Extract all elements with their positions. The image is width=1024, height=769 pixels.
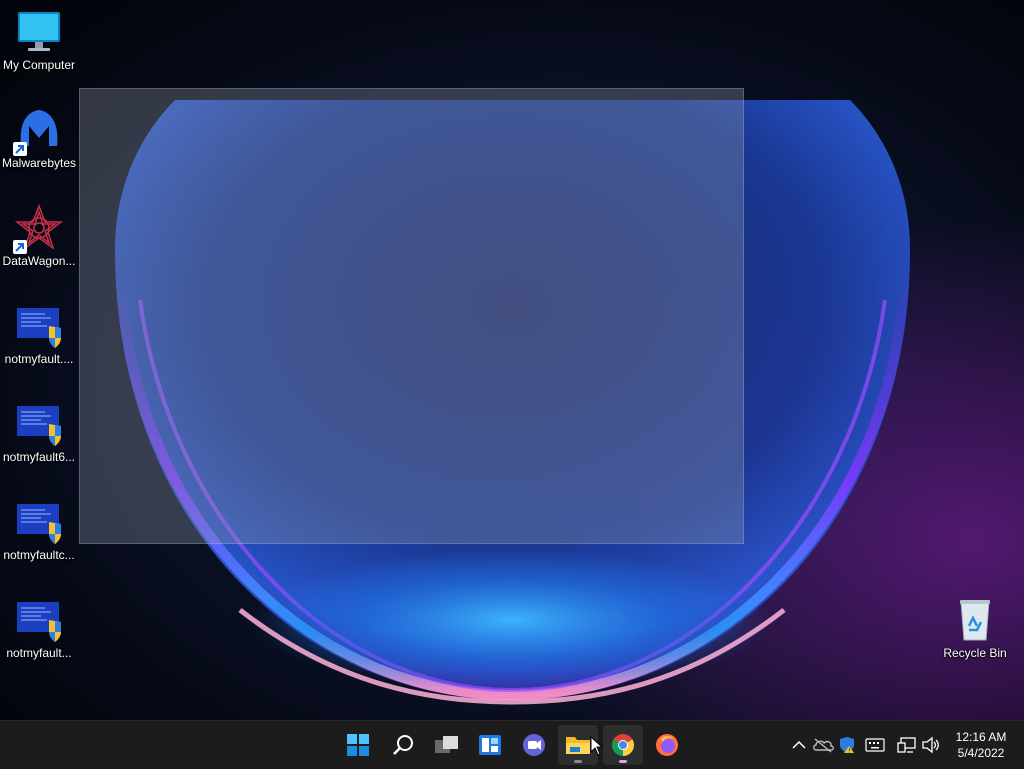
search-icon xyxy=(393,735,413,755)
desktop-icon-label: Malwarebytes xyxy=(1,156,77,170)
selection-window[interactable] xyxy=(79,88,744,544)
chrome-icon xyxy=(612,734,634,756)
desktop[interactable]: My Computer Malwarebytes DataWagon... no… xyxy=(0,0,1024,720)
onedrive-icon[interactable] xyxy=(811,733,835,757)
firefox-button[interactable] xyxy=(647,725,687,765)
volume-icon[interactable] xyxy=(919,733,943,757)
datawagon-icon xyxy=(13,203,64,254)
notmyfault-icon xyxy=(15,302,63,350)
search-button[interactable] xyxy=(383,725,423,765)
clock-time: 12:16 AM xyxy=(955,730,1007,744)
firefox-icon xyxy=(656,734,678,756)
desktop-icon-label: notmyfaultc... xyxy=(3,548,75,562)
widgets-button[interactable] xyxy=(470,725,510,765)
chrome-button[interactable] xyxy=(603,725,643,765)
desktop-icon-notmyfault-4[interactable]: notmyfault... xyxy=(0,596,78,661)
desktop-icon-label: DataWagon... xyxy=(2,254,76,268)
defender-icon[interactable]: ! xyxy=(835,733,859,757)
mouse-cursor-icon xyxy=(590,736,604,756)
teams-chat-icon xyxy=(523,734,545,756)
task-view-icon xyxy=(435,736,458,753)
chat-button[interactable] xyxy=(514,725,554,765)
desktop-icon-notmyfault-2[interactable]: notmyfault6... xyxy=(0,400,78,465)
desktop-icon-notmyfault-3[interactable]: notmyfaultc... xyxy=(0,498,78,563)
desktop-icon-recycle-bin[interactable]: Recycle Bin xyxy=(936,596,1014,661)
desktop-icon-label: My Computer xyxy=(2,58,76,72)
network-icon[interactable] xyxy=(895,733,919,757)
desktop-icon-notmyfault-1[interactable]: notmyfault.... xyxy=(0,302,78,367)
windows-start-icon xyxy=(347,734,369,756)
recycle-bin-icon xyxy=(951,596,999,644)
task-view-button[interactable] xyxy=(427,725,467,765)
notmyfault-icon xyxy=(15,596,63,644)
focused-indicator xyxy=(619,760,627,763)
notmyfault-icon xyxy=(15,400,63,448)
start-button[interactable] xyxy=(338,725,378,765)
monitor-icon xyxy=(15,8,63,56)
desktop-icon-my-computer[interactable]: My Computer xyxy=(0,8,78,73)
desktop-icon-datawagon[interactable]: DataWagon... xyxy=(0,203,78,269)
desktop-icon-label: notmyfault6... xyxy=(2,450,76,464)
keyboard-icon[interactable] xyxy=(863,733,887,757)
taskbar: ! 12:16 AM 5/4/2022 xyxy=(0,720,1024,769)
folder-icon xyxy=(566,737,590,754)
notmyfault-icon xyxy=(15,498,63,546)
shortcut-arrow-icon xyxy=(13,142,27,156)
clock-date: 5/4/2022 xyxy=(957,746,1005,760)
widgets-icon xyxy=(479,735,501,755)
desktop-icon-label: notmyfault... xyxy=(6,646,72,660)
running-indicator xyxy=(574,760,582,763)
malwarebytes-icon xyxy=(13,106,63,156)
chevron-up-icon[interactable] xyxy=(787,733,811,757)
desktop-icon-label: Recycle Bin xyxy=(943,646,1007,660)
system-clock[interactable]: 12:16 AM 5/4/2022 xyxy=(946,729,1016,761)
desktop-icon-label: notmyfault.... xyxy=(4,352,74,366)
svg-text:!: ! xyxy=(848,748,850,755)
shortcut-arrow-icon xyxy=(13,240,27,254)
desktop-icon-malwarebytes[interactable]: Malwarebytes xyxy=(0,106,78,171)
